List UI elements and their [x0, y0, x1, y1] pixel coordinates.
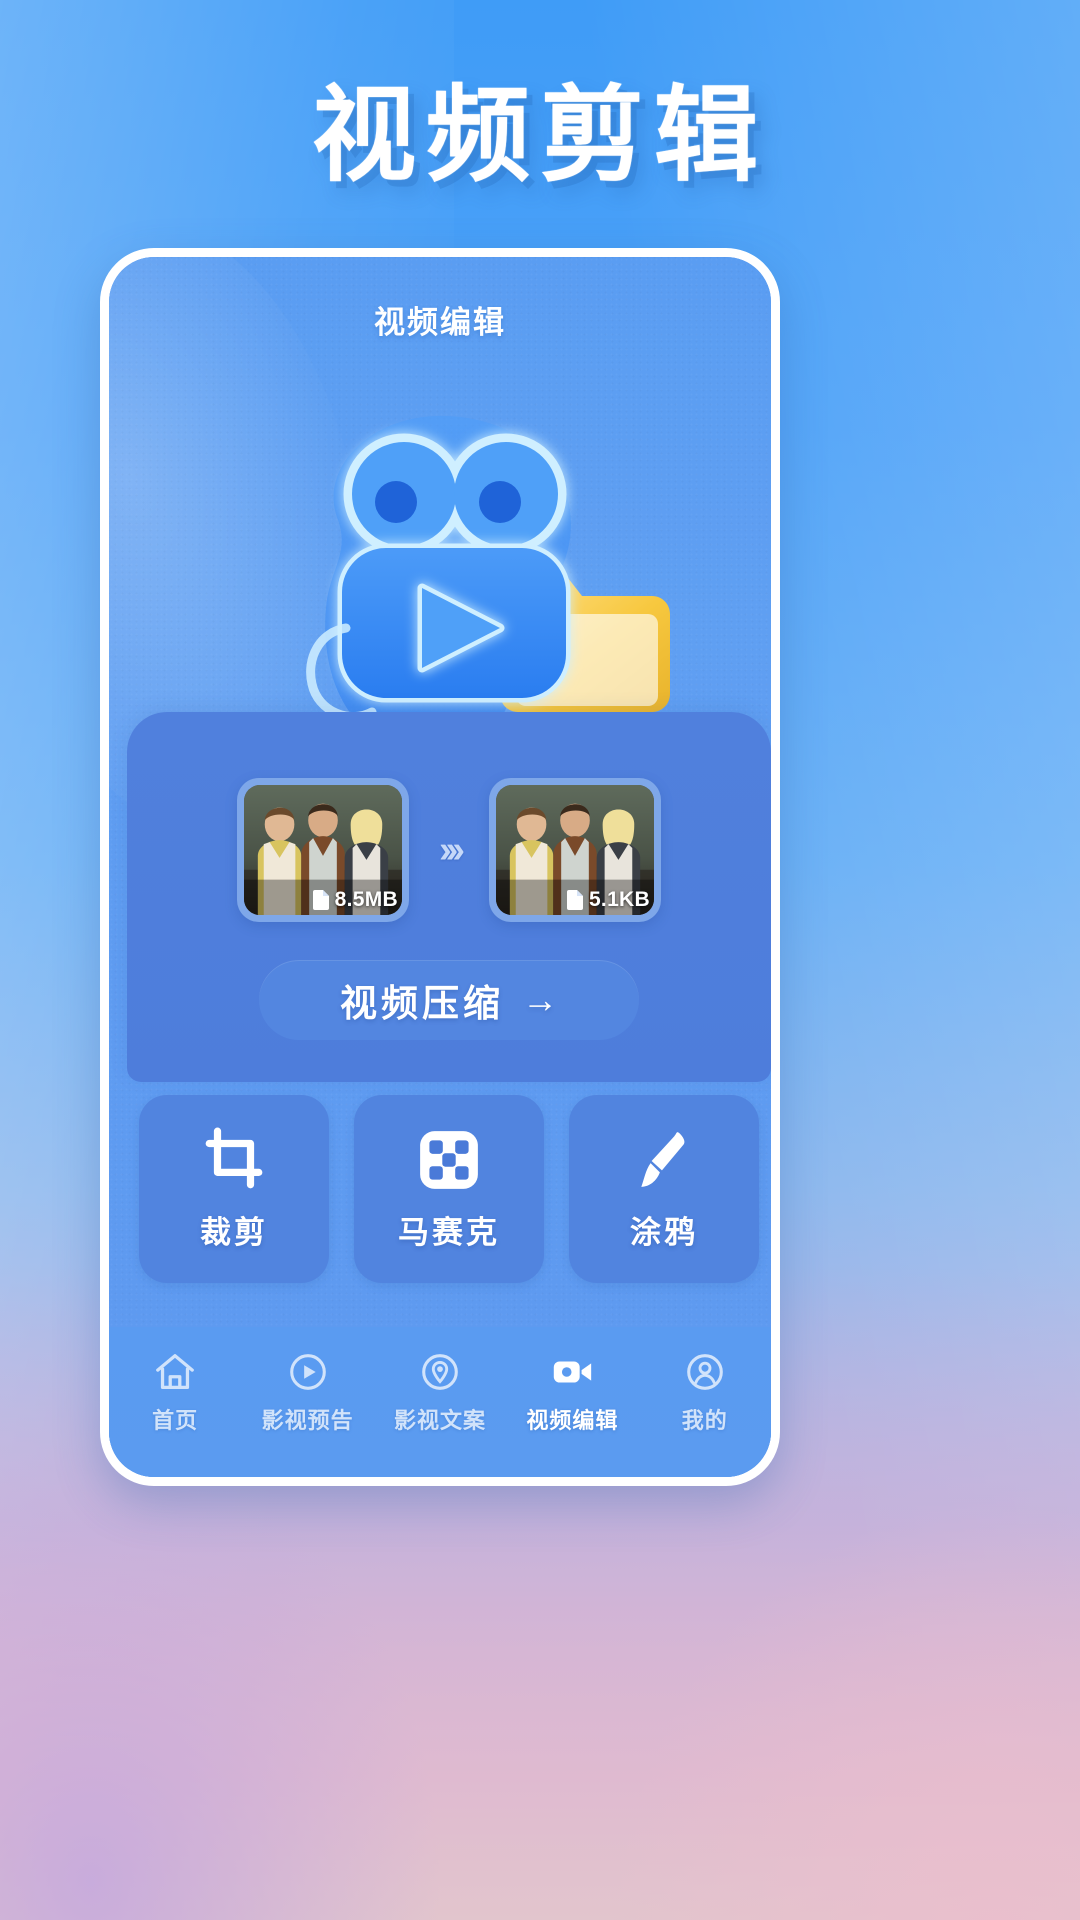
nav-label-profile: 我的: [681, 1408, 728, 1433]
video-thumbnail-after[interactable]: 5.1KB: [488, 778, 661, 922]
mosaic-icon: [420, 1130, 478, 1189]
compress-thumbnails-row: 8.5MB ››› 5.1KB: [127, 778, 771, 922]
file-icon: [312, 890, 329, 910]
file-icon: [566, 890, 583, 910]
home-icon: [156, 1354, 195, 1389]
video-compress-card: 8.5MB ››› 5.1KB 视频压缩 →: [127, 712, 771, 1082]
file-size-badge-before: 8.5MB: [312, 888, 399, 912]
video-thumbnail-before[interactable]: 8.5MB: [237, 778, 410, 922]
nav-label-trailers: 影视预告: [261, 1408, 354, 1433]
tool-label-brush: 涂鸦: [630, 1214, 698, 1250]
nav-item-trailers[interactable]: 影视预告: [249, 1349, 367, 1435]
crop-icon: [205, 1127, 263, 1188]
nav-label-video-editor: 视频编辑: [526, 1408, 619, 1433]
video-compress-button[interactable]: 视频压缩 →: [259, 960, 639, 1040]
tool-label-crop: 裁剪: [200, 1214, 268, 1250]
background-pink-glow: [604, 1497, 1080, 1920]
background-purple-glow: [0, 1420, 454, 1920]
arrow-right-icon: →: [522, 979, 558, 1020]
nav-item-profile[interactable]: 我的: [646, 1349, 764, 1435]
file-size-text-before: 8.5MB: [334, 888, 399, 911]
location-circle-icon: [422, 1354, 458, 1390]
nav-label-copywriting: 影视文案: [393, 1408, 486, 1433]
video-camera-icon: [554, 1361, 592, 1383]
compression-arrow-icon: ›››: [439, 828, 465, 871]
play-circle-icon: [289, 1354, 326, 1390]
app-screen: 视频编辑 8.5MB ››› 5.1KB 视频压缩 → 裁剪 马赛克 涂鸦 首页…: [109, 257, 771, 1477]
bottom-navigation-bar: 首页 影视预告 影视文案 视频编辑 我的: [109, 1327, 771, 1477]
nav-label-home: 首页: [152, 1408, 199, 1433]
tool-button-mosaic[interactable]: 马赛克: [354, 1095, 544, 1283]
phone-mockup-frame: 视频编辑 8.5MB ››› 5.1KB 视频压缩 → 裁剪 马赛克 涂鸦 首页…: [100, 248, 780, 1486]
video-compress-button-label: 视频压缩: [340, 983, 504, 1024]
file-size-text-after: 5.1KB: [588, 888, 650, 911]
file-size-badge-after: 5.1KB: [566, 888, 650, 912]
page-title: 视频剪辑: [311, 74, 768, 196]
nav-item-copywriting[interactable]: 影视文案: [381, 1349, 499, 1435]
brush-icon: [641, 1131, 685, 1187]
tools-row: 裁剪 马赛克 涂鸦: [139, 1095, 759, 1283]
tool-button-crop[interactable]: 裁剪: [139, 1095, 329, 1283]
nav-item-home[interactable]: 首页: [116, 1349, 234, 1435]
app-header-title: 视频编辑: [374, 305, 506, 340]
tool-button-brush[interactable]: 涂鸦: [569, 1095, 759, 1283]
user-circle-icon: [686, 1354, 723, 1390]
tool-label-mosaic: 马赛克: [398, 1214, 500, 1250]
nav-item-video-editor[interactable]: 视频编辑: [513, 1349, 631, 1435]
